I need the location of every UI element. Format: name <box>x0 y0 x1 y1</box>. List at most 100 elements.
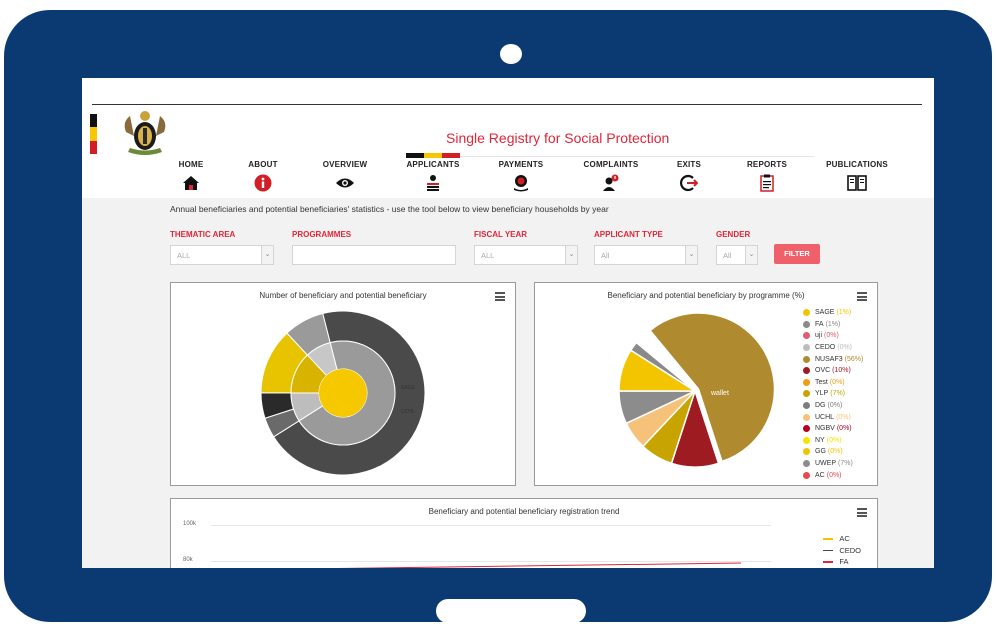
legend-pct: (0%) <box>836 413 851 421</box>
trend-panel: Beneficiary and potential beneficiary re… <box>170 498 878 568</box>
trend-legend-item[interactable]: CEDO <box>823 545 861 557</box>
pie-chart[interactable]: wallet <box>535 283 795 487</box>
trend-legend-item[interactable]: FA <box>823 556 861 568</box>
legend-dot <box>803 355 810 363</box>
legend-pct: (7%) <box>838 460 853 468</box>
nav-overview-label: OVERVIEW <box>322 160 368 169</box>
sunburst-label-sage: SAGE <box>401 385 416 391</box>
legend-pct: (1%) <box>825 320 841 328</box>
screen: Single Registry for Social Protection HO… <box>82 78 934 568</box>
gender-select[interactable]: All ⌄ <box>716 245 758 265</box>
legend-item[interactable]: NGBV (0%) <box>803 423 863 435</box>
legend-item[interactable]: SAGE (1%) <box>803 307 863 319</box>
legend-pct: (0%) <box>826 471 842 479</box>
legend-item[interactable]: NUSAF3 (56%) <box>803 353 863 365</box>
thematic-area-select[interactable]: ALL ⌄ <box>170 245 274 265</box>
chevron-down-icon: ⌄ <box>261 246 273 264</box>
legend-dot <box>803 344 810 352</box>
pie-panel: Beneficiary and potential beneficiary by… <box>534 282 878 486</box>
camera-icon <box>500 44 522 64</box>
legend-label: UWEP <box>815 460 836 468</box>
legend-pct: (0%) <box>836 425 852 433</box>
legend-item[interactable]: GG (0%) <box>803 446 863 458</box>
applicant-type-select[interactable]: All ⌄ <box>594 245 698 265</box>
legend-item[interactable]: UCHL (0%) <box>803 411 863 423</box>
sunburst-label-nusaf: NUSAF 3 <box>231 400 244 427</box>
legend-pct: (0%) <box>826 436 842 444</box>
legend-label: GG <box>815 448 826 456</box>
legend-item[interactable]: UWEP (7%) <box>803 458 863 470</box>
legend-pct: (0%) <box>829 378 845 386</box>
intro-text: Annual beneficiaries and potential benef… <box>170 204 609 214</box>
legend-item[interactable]: CEDO (0%) <box>803 342 863 354</box>
nav-overview[interactable]: OVERVIEW <box>300 160 390 193</box>
filter-button[interactable]: FILTER <box>774 244 820 264</box>
legend-item[interactable]: OVC (10%) <box>803 365 863 377</box>
fiscal-year-label: FISCAL YEAR <box>474 230 528 239</box>
legend-dot <box>803 332 810 340</box>
legend-dot <box>803 413 810 421</box>
uganda-flag-stripe <box>90 114 97 154</box>
legend-item[interactable]: AC (0%) <box>803 469 863 481</box>
sunburst-chart[interactable]: NUSAF 3 UWEP SAGE UCHL <box>171 283 517 487</box>
trend-legend-item[interactable]: AC <box>823 533 861 545</box>
site-header: Single Registry for Social Protection HO… <box>82 78 934 198</box>
legend-item[interactable]: uji (0%) <box>803 330 863 342</box>
legend-label: NY <box>815 436 825 444</box>
chevron-down-icon: ⌄ <box>745 246 757 264</box>
main-nav: HOME ABOUT OVERVIEW APPLICANTS PAYMENTS … <box>162 160 888 196</box>
legend-label: OVC <box>815 367 831 375</box>
thematic-area-value: ALL <box>177 251 191 260</box>
legend-pct: (0%) <box>827 448 843 456</box>
nav-home-label: HOME <box>178 160 204 169</box>
menu-icon[interactable] <box>857 292 867 301</box>
legend-item[interactable]: DG (0%) <box>803 400 863 412</box>
sunburst-center <box>319 369 367 417</box>
legend-label: uji <box>815 332 823 340</box>
exit-icon <box>679 173 699 193</box>
programmes-input[interactable] <box>292 245 456 265</box>
legend-dot <box>803 367 810 375</box>
legend-label: CEDO <box>839 545 861 555</box>
coat-of-arms-logo[interactable] <box>120 106 170 158</box>
site-title: Single Registry for Social Protection <box>446 130 670 146</box>
nav-applicants-label: APPLICANTS <box>406 160 460 169</box>
nav-publications[interactable]: PUBLICATIONS <box>812 160 902 193</box>
legend-item[interactable]: NY (0%) <box>803 435 863 447</box>
payments-icon <box>511 173 531 193</box>
tablet-home-button <box>436 599 586 623</box>
legend-label: UCHL <box>815 413 835 421</box>
programmes-label: PROGRAMMES <box>292 230 352 239</box>
legend-label: FA <box>815 320 824 328</box>
gender-value: All <box>723 251 732 260</box>
gender-label: GENDER <box>716 230 751 239</box>
sunburst-label-uwep: UWEP <box>383 299 394 316</box>
pie-legend: SAGE (1%) FA (1%) uji (0%) CEDO (0%) NUSAF3 (56%)… <box>803 307 863 481</box>
legend-label: YLP <box>815 390 829 398</box>
eye-icon <box>335 173 355 193</box>
legend-item[interactable]: Test (0%) <box>803 377 863 389</box>
nav-publications-label: PUBLICATIONS <box>826 160 888 169</box>
nav-reports-label: REPORTS <box>746 160 788 169</box>
legend-item[interactable]: FA (1%) <box>803 319 863 331</box>
legend-pct: (1%) <box>836 309 852 317</box>
fiscal-year-select[interactable]: ALL ⌄ <box>474 245 578 265</box>
complaints-icon <box>601 173 621 193</box>
chevron-down-icon: ⌄ <box>685 246 697 264</box>
nav-applicants[interactable]: APPLICANTS <box>388 160 478 193</box>
legend-dot <box>803 378 810 386</box>
legend-label: NUSAF3 <box>815 355 843 363</box>
trend-lines <box>337 562 742 568</box>
nav-complaints[interactable]: COMPLAINTS <box>566 160 656 193</box>
nav-payments-label: PAYMENTS <box>498 160 544 169</box>
legend-item[interactable]: YLP (7%) <box>803 388 863 400</box>
nav-about[interactable]: ABOUT <box>218 160 308 193</box>
nav-payments[interactable]: PAYMENTS <box>476 160 566 193</box>
title-underline <box>406 156 814 157</box>
menu-icon[interactable] <box>857 508 867 517</box>
legend-label: AC <box>815 471 825 479</box>
nav-reports[interactable]: REPORTS <box>722 160 812 193</box>
nav-exits[interactable]: EXITS <box>644 160 734 193</box>
applicants-icon <box>423 173 443 193</box>
nav-complaints-label: COMPLAINTS <box>583 160 639 169</box>
